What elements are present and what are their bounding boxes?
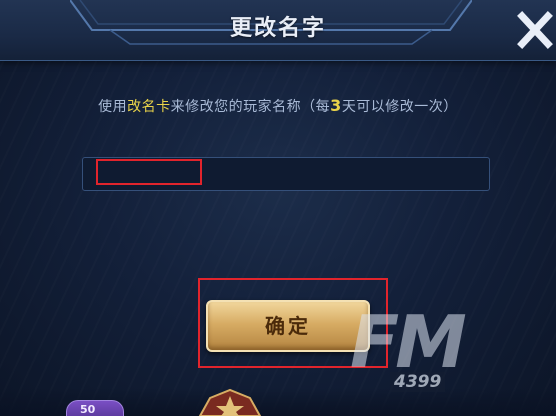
rank-badge-text: 50: [80, 403, 96, 416]
rename-card-highlight: 改名卡: [127, 99, 171, 115]
instruction-text-2: 来修改您的玩家名称（每: [170, 99, 331, 115]
new-name-input[interactable]: [82, 157, 490, 191]
game-screen: 更改名字 使用改名卡来修改您的玩家名称（每3天可以修改一次） 确定 50 FM …: [0, 0, 556, 416]
dialog-title: 更改名字: [229, 16, 326, 41]
instruction-text-3: 天可以修改一次）: [341, 99, 458, 115]
close-x-icon: [517, 11, 553, 49]
star-emblem-icon: [198, 388, 262, 416]
instruction-text-1: 使用: [98, 99, 128, 115]
rename-instruction: 使用改名卡来修改您的玩家名称（每3天可以修改一次）: [0, 96, 556, 116]
rank-badge-icon: 50: [66, 400, 124, 416]
dialog-header: 更改名字: [0, 0, 556, 61]
confirm-button[interactable]: 确定: [206, 300, 370, 352]
close-button[interactable]: [514, 6, 556, 54]
days-count: 3: [330, 96, 342, 115]
